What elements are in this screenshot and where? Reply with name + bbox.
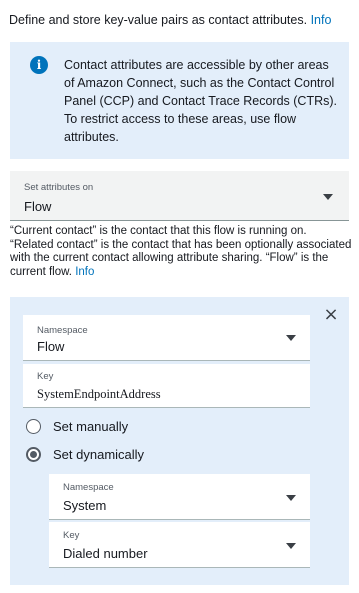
intro-text: Define and store key-value pairs as cont… — [9, 13, 354, 28]
namespace-label: Namespace — [37, 325, 88, 336]
dynamic-namespace-label: Namespace — [63, 482, 114, 493]
help-info-link[interactable]: Info — [75, 266, 94, 278]
close-icon[interactable]: × — [323, 306, 339, 324]
set-attributes-on-select[interactable]: Set attributes on Flow — [10, 171, 349, 221]
chevron-down-icon — [286, 543, 296, 549]
set-attributes-help-text: “Current contact” is the contact that th… — [10, 225, 352, 279]
dynamic-key-label: Key — [63, 530, 80, 541]
info-icon: i — [30, 56, 48, 74]
attribute-card: × Namespace Flow Key SystemEndpointAddre… — [10, 297, 349, 585]
dynamic-namespace-select[interactable]: Namespace System — [49, 474, 310, 520]
chevron-down-icon — [286, 495, 296, 501]
dynamic-namespace-value: System — [63, 498, 107, 513]
key-input[interactable]: Key SystemEndpointAddress — [23, 364, 310, 408]
chevron-down-icon — [286, 335, 296, 341]
set-attributes-on-label: Set attributes on — [24, 182, 94, 193]
set-dynamically-label[interactable]: Set dynamically — [53, 447, 144, 462]
key-label: Key — [37, 371, 54, 382]
namespace-value: Flow — [37, 339, 65, 354]
dynamic-key-value: Dialed number — [63, 546, 148, 561]
key-value: SystemEndpointAddress — [37, 387, 161, 401]
namespace-select[interactable]: Namespace Flow — [23, 315, 310, 361]
info-alert-text: Contact attributes are accessible by oth… — [64, 58, 338, 144]
set-manually-radio[interactable] — [26, 419, 41, 434]
info-alert: i Contact attributes are accessible by o… — [10, 42, 349, 159]
set-manually-label[interactable]: Set manually — [53, 419, 128, 434]
set-attributes-on-value: Flow — [24, 199, 52, 214]
intro-description: Define and store key-value pairs as cont… — [9, 13, 308, 27]
help-description: “Current contact” is the contact that th… — [10, 225, 352, 278]
dynamic-key-select[interactable]: Key Dialed number — [49, 522, 310, 568]
set-dynamically-radio[interactable] — [26, 447, 41, 462]
intro-info-link[interactable]: Info — [311, 13, 332, 27]
chevron-down-icon — [323, 194, 333, 200]
